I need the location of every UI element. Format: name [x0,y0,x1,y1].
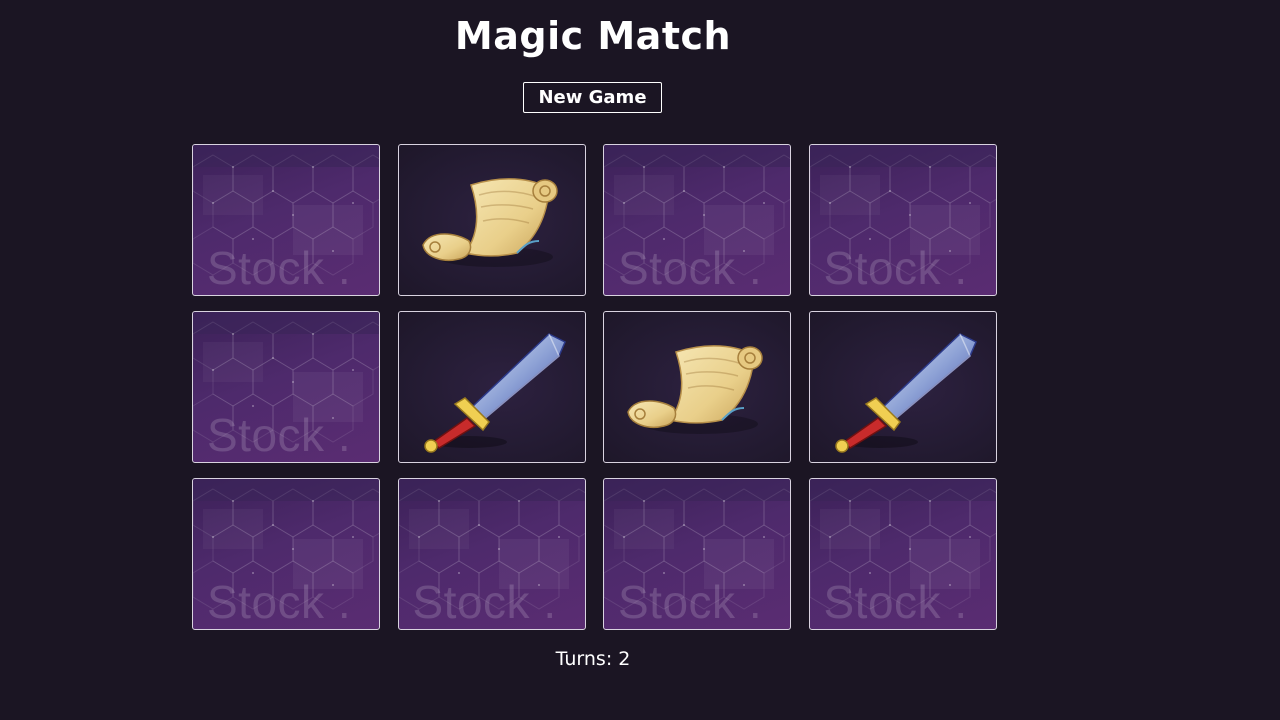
card-revealed-sword[interactable] [808,311,997,463]
card-watermark: Stock . [412,576,557,628]
game-title: Magic Match [454,14,732,58]
card-hidden[interactable]: Stock . [603,478,791,630]
card-revealed-sword[interactable] [397,311,586,463]
card-hidden[interactable]: Stock . [808,478,997,630]
scroll-icon [627,344,763,435]
card-watermark: Stock . [823,242,968,294]
card-watermark: Stock . [207,576,352,628]
card-watermark: Stock . [823,576,968,628]
card-watermark: Stock . [618,576,763,628]
card-grid: Stock . Stock . Stock . Stock . Stock . … [192,144,997,630]
card-hidden[interactable]: Stock . [808,144,997,296]
turns-counter: Turns: 2 [555,648,631,670]
card-revealed-scroll[interactable] [603,311,791,463]
new-game-button[interactable]: New Game [523,82,662,113]
card-hidden[interactable]: Stock . [603,144,791,296]
sword-icon [423,333,566,453]
card-hidden[interactable]: Stock . [397,478,586,630]
scroll-icon [421,177,558,268]
sword-icon [834,333,977,453]
card-hidden[interactable]: Stock . [192,311,380,463]
card-hidden[interactable]: Stock . [192,478,380,630]
card-watermark: Stock . [207,409,352,461]
card-hidden[interactable]: Stock . [192,144,380,296]
card-revealed-scroll[interactable] [397,144,586,296]
card-watermark: Stock . [207,242,352,294]
card-watermark: Stock . [618,242,763,294]
